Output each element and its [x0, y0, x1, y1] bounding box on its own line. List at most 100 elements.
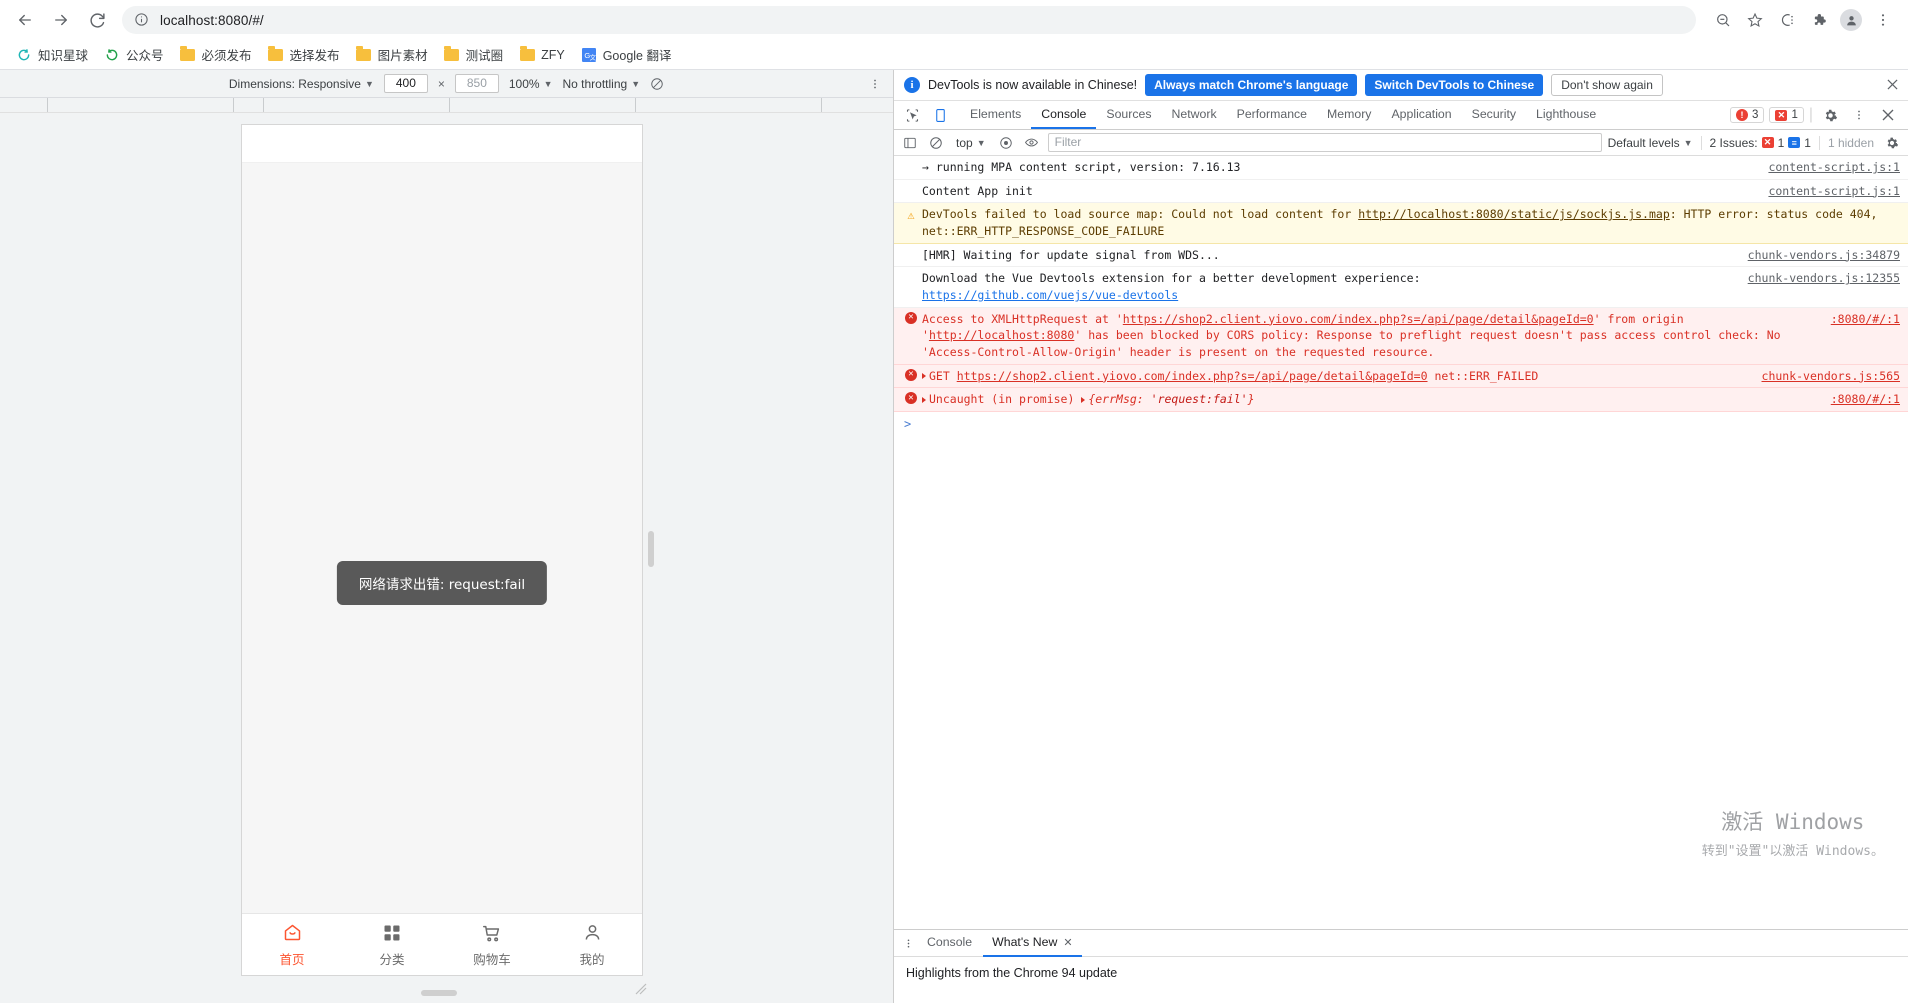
console-message[interactable]: ✕ Uncaught (in promise) {errMsg: 'reques…: [894, 388, 1908, 413]
bookmark-item[interactable]: 公众号: [96, 42, 172, 67]
bookmark-item[interactable]: 测试圈: [436, 42, 512, 67]
object-open: {errMsg:: [1088, 392, 1151, 407]
viewport-resize-handle-corner[interactable]: [635, 983, 647, 998]
cart-icon: [481, 922, 503, 944]
clear-console-icon[interactable]: [926, 133, 946, 153]
viewport-resize-handle-bottom[interactable]: [421, 990, 457, 996]
device-dimensions-select[interactable]: Dimensions: Responsive ▼: [229, 77, 374, 91]
tab-memory[interactable]: Memory: [1317, 102, 1381, 129]
console-message-source[interactable]: content-script.js:1: [1768, 159, 1900, 176]
gear-icon[interactable]: [1818, 104, 1842, 126]
device-width-input[interactable]: 400: [383, 74, 428, 93]
tab-cart[interactable]: 购物车: [442, 922, 542, 968]
console-log[interactable]: → running MPA content script, version: 7…: [894, 156, 1908, 929]
bookmark-item[interactable]: ZFY: [511, 44, 573, 66]
tab-application[interactable]: Application: [1381, 102, 1461, 129]
toggle-device-toolbar-icon[interactable]: [928, 104, 952, 126]
console-message-source[interactable]: chunk-vendors.js:565: [1762, 368, 1900, 385]
puzzle-icon[interactable]: [1804, 5, 1834, 35]
tab-console[interactable]: Console: [1031, 102, 1097, 129]
expand-triangle-icon[interactable]: [922, 396, 926, 403]
console-filter-input[interactable]: Filter: [1047, 133, 1602, 152]
console-message-source[interactable]: chunk-vendors.js:12355: [1748, 270, 1900, 287]
switch-to-chinese-button[interactable]: Switch DevTools to Chinese: [1365, 74, 1544, 96]
tab-home[interactable]: 首页: [242, 922, 342, 968]
rotate-icon[interactable]: [650, 77, 664, 91]
network-throttling-select[interactable]: No throttling ▼: [563, 77, 641, 91]
page-info-icon[interactable]: [134, 12, 150, 28]
close-icon[interactable]: [1887, 77, 1898, 93]
live-expression-icon[interactable]: [996, 133, 1016, 153]
console-message[interactable]: Download the Vue Devtools extension for …: [894, 267, 1908, 308]
chrome-menu-icon[interactable]: [1868, 5, 1898, 35]
tab-profile[interactable]: 我的: [542, 922, 642, 968]
device-height-input[interactable]: 850: [454, 74, 499, 93]
devtools-more-options-icon[interactable]: [1847, 104, 1871, 126]
bookmark-item[interactable]: 必须发布: [172, 42, 260, 67]
issues-summary[interactable]: 2 Issues: ✕ 1 ≡ 1: [1700, 135, 1820, 150]
zoom-out-icon[interactable]: [1708, 5, 1738, 35]
console-message-source[interactable]: content-script.js:1: [1768, 183, 1900, 200]
console-filter-right: Default levels ▼ 2 Issues: ✕ 1 ≡ 1 1 hid…: [1608, 133, 1902, 153]
bookmark-item[interactable]: G文 Google 翻译: [573, 42, 680, 67]
bookmark-item[interactable]: 知识星球: [8, 42, 96, 67]
tab-category[interactable]: 分类: [342, 922, 442, 968]
device-viewport[interactable]: 网络请求出错: request:fail 首页 分类 购物车 我的: [242, 125, 642, 975]
drawer-tab-console[interactable]: Console: [918, 930, 981, 957]
console-message-source[interactable]: :8080/#/:1: [1831, 391, 1900, 408]
reload-button[interactable]: [82, 5, 112, 35]
console-message-source[interactable]: :8080/#/:1: [1831, 311, 1900, 328]
devtools-close-icon[interactable]: [1876, 104, 1900, 126]
console-message[interactable]: ✕ GET https://shop2.client.yiovo.com/ind…: [894, 364, 1908, 389]
tab-network[interactable]: Network: [1162, 102, 1227, 129]
forward-button[interactable]: [46, 5, 76, 35]
always-match-language-button[interactable]: Always match Chrome's language: [1145, 74, 1358, 96]
drawer-tab-whats-new[interactable]: What's New ✕: [983, 930, 1082, 957]
profile-avatar-icon[interactable]: [1836, 5, 1866, 35]
issue-info-icon: ≡: [1788, 137, 1801, 148]
address-bar[interactable]: localhost:8080/#/: [122, 6, 1696, 34]
device-more-options-icon[interactable]: [869, 77, 881, 91]
console-message[interactable]: ⚠ DevTools failed to load source map: Co…: [894, 203, 1908, 244]
console-prompt[interactable]: >: [894, 412, 1908, 436]
console-settings-gear-icon[interactable]: [1882, 133, 1902, 153]
tab-sources[interactable]: Sources: [1096, 102, 1161, 129]
expand-object-triangle-icon[interactable]: [1081, 396, 1086, 403]
folder-icon: [180, 46, 196, 63]
console-message[interactable]: → running MPA content script, version: 7…: [894, 156, 1908, 180]
eye-icon[interactable]: [1022, 133, 1042, 153]
console-message[interactable]: Content App init content-script.js:1: [894, 180, 1908, 204]
cors-origin-link[interactable]: http://localhost:8080: [929, 328, 1074, 342]
extension-badge-icon[interactable]: [1772, 5, 1802, 35]
error-count-badge[interactable]: ! 3: [1730, 107, 1765, 123]
back-button[interactable]: [10, 5, 40, 35]
whats-new-heading: Highlights from the Chrome 94 update: [906, 966, 1118, 980]
tab-security[interactable]: Security: [1462, 102, 1526, 129]
tab-performance[interactable]: Performance: [1227, 102, 1317, 129]
close-icon[interactable]: ✕: [1063, 936, 1072, 949]
device-zoom-select[interactable]: 100% ▼: [509, 77, 553, 91]
inspect-element-icon[interactable]: [900, 104, 924, 126]
bookmark-item[interactable]: 图片素材: [348, 42, 436, 67]
tab-elements[interactable]: Elements: [960, 102, 1031, 129]
console-message[interactable]: [HMR] Waiting for update signal from WDS…: [894, 244, 1908, 268]
console-message[interactable]: ✕ Access to XMLHttpRequest at 'https://s…: [894, 307, 1908, 365]
viewport-resize-handle-right[interactable]: [648, 531, 654, 567]
console-message-source[interactable]: chunk-vendors.js:34879: [1748, 247, 1900, 264]
expand-triangle-icon[interactable]: [922, 373, 926, 380]
vue-devtools-link[interactable]: https://github.com/vuejs/vue-devtools: [922, 288, 1178, 302]
failed-request-link[interactable]: https://shop2.client.yiovo.com/index.php…: [957, 369, 1428, 383]
tab-lighthouse[interactable]: Lighthouse: [1526, 102, 1606, 129]
console-sidebar-icon[interactable]: [900, 133, 920, 153]
console-context-selector[interactable]: top ▼: [952, 136, 990, 150]
source-map-link[interactable]: http://localhost:8080/static/js/sockjs.j…: [1358, 207, 1670, 221]
bookmark-item[interactable]: 选择发布: [260, 42, 348, 67]
log-levels-select[interactable]: Default levels ▼: [1608, 136, 1693, 150]
cors-request-link[interactable]: https://shop2.client.yiovo.com/index.php…: [1123, 312, 1594, 326]
message-count-badge[interactable]: ✕ 1: [1769, 107, 1804, 123]
drawer-tab-bar: Console What's New ✕: [894, 930, 1908, 957]
dont-show-again-button[interactable]: Don't show again: [1551, 74, 1663, 96]
folder-icon: [356, 46, 372, 63]
bookmark-star-icon[interactable]: [1740, 5, 1770, 35]
drawer-more-tools-icon[interactable]: [900, 937, 916, 950]
